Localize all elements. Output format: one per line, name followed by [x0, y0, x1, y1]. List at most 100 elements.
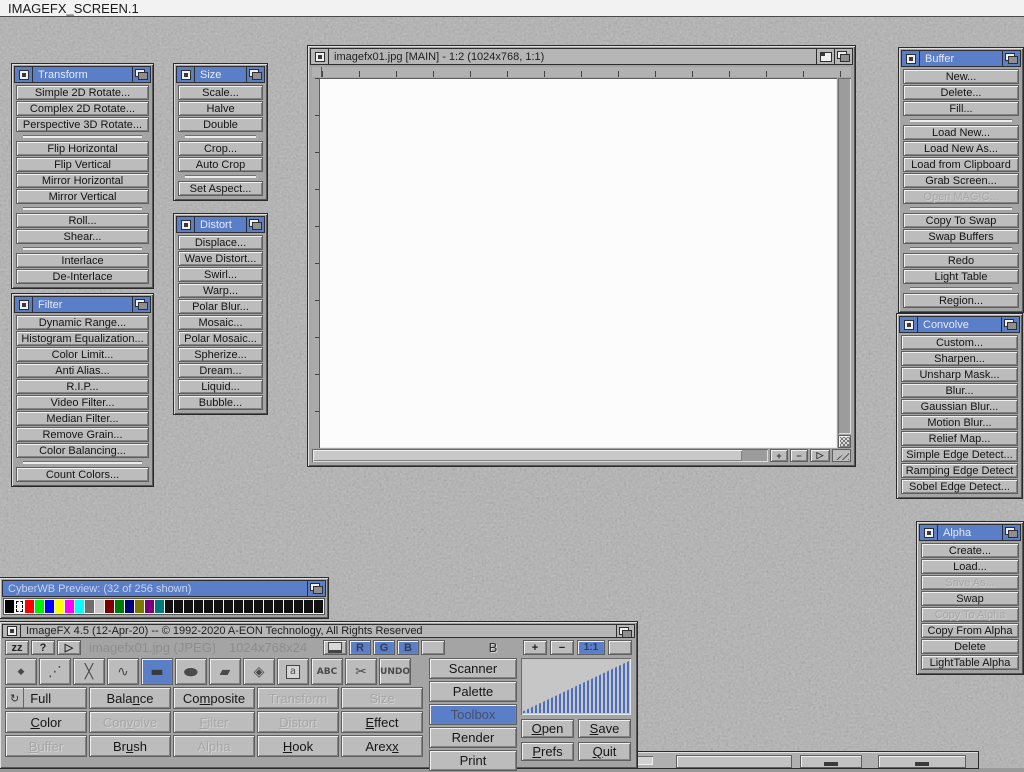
composite-button[interactable]: Composite [173, 687, 255, 709]
channel-r-button[interactable]: R [349, 640, 371, 655]
convolve-titlebar[interactable]: Convolve [900, 317, 1019, 332]
status-button-2[interactable] [800, 755, 862, 768]
fill-brush-tool[interactable]: ◈ [243, 658, 275, 685]
pan-button[interactable]: ▷ [810, 449, 830, 462]
palette-button[interactable]: Mirror Horizontal [16, 173, 149, 188]
palette-button[interactable]: Fill... [903, 101, 1019, 116]
palette-button[interactable]: Color Balancing... [16, 443, 149, 458]
close-gadget-icon[interactable] [311, 49, 329, 64]
convolve-button[interactable]: Convolve [89, 711, 171, 733]
screen-titlebar[interactable]: IMAGEFX_SCREEN.1 [0, 0, 1024, 17]
palette-button[interactable]: Copy To Alpha [921, 607, 1019, 622]
region-select-button[interactable] [838, 435, 851, 448]
channel-b-button[interactable]: B [397, 640, 419, 655]
palette-button[interactable]: Simple 2D Rotate... [16, 85, 149, 100]
color-swatch[interactable] [304, 600, 313, 613]
palette-button[interactable]: Swap [921, 591, 1019, 606]
close-gadget-icon[interactable] [3, 625, 21, 637]
palette-button[interactable]: Copy From Alpha [921, 623, 1019, 638]
palette-button[interactable]: Dynamic Range... [16, 315, 149, 330]
scissors-tool[interactable]: ✂ [345, 658, 377, 685]
close-gadget-icon[interactable] [902, 51, 920, 66]
zoom-out-button[interactable]: − [550, 640, 574, 655]
depth-gadget-icon[interactable] [1002, 51, 1020, 66]
transform-button[interactable]: Transform [257, 687, 339, 709]
cyberwb-titlebar[interactable]: CyberWB Preview: (32 of 256 shown) [3, 581, 325, 596]
status-button-1[interactable] [676, 755, 792, 768]
palette-button[interactable]: Count Colors... [16, 467, 149, 482]
color-swatch[interactable] [125, 600, 134, 613]
toolbar-titlebar[interactable]: ImageFX 4.5 (12-Apr-20) -- © 1992-2020 A… [3, 625, 634, 637]
horizontal-scrollbar[interactable] [312, 449, 768, 462]
ellipse-tool[interactable]: ● [175, 658, 207, 685]
palette-button[interactable]: Motion Blur... [901, 415, 1018, 430]
color-swatch[interactable] [45, 600, 54, 613]
clipboard-tool[interactable]: a [277, 658, 309, 685]
transform-titlebar[interactable]: Transform [15, 67, 150, 82]
filter-button[interactable]: Filter [173, 711, 255, 733]
prefs-button[interactable]: Prefs [521, 742, 574, 761]
palette-button[interactable]: Liquid... [178, 379, 263, 394]
palette-button[interactable]: De-Interlace [16, 269, 149, 284]
close-gadget-icon[interactable] [177, 217, 195, 232]
palette-button[interactable]: Load New As... [903, 141, 1019, 156]
palette-button[interactable]: Unsharp Mask... [901, 367, 1018, 382]
palette-button[interactable]: Median Filter... [16, 411, 149, 426]
buffer-button[interactable]: Buffer [5, 735, 87, 757]
palette-button[interactable]: Load from Clipboard [903, 157, 1019, 172]
palette-button[interactable]: Warp... [178, 283, 263, 298]
color-swatch[interactable] [15, 600, 24, 613]
palette-button[interactable]: Flip Vertical [16, 157, 149, 172]
palette-button[interactable]: Video Filter... [16, 395, 149, 410]
color-swatch[interactable] [25, 600, 34, 613]
palette-button[interactable]: Displace... [178, 235, 263, 250]
brush-button[interactable]: Brush [89, 735, 171, 757]
color-swatch[interactable] [115, 600, 124, 613]
palette-button[interactable]: Create... [921, 543, 1019, 558]
palette-button[interactable]: Sharpen... [901, 351, 1018, 366]
alpha-channel-button[interactable] [421, 640, 445, 655]
palette-button[interactable]: Grab Screen... [903, 173, 1019, 188]
palette-button[interactable]: Open MAGIC... [903, 189, 1019, 204]
polygon-tool[interactable]: ▰ [209, 658, 241, 685]
help-button[interactable]: ? [31, 640, 55, 655]
depth-gadget-icon[interactable] [132, 67, 150, 82]
pattern-button[interactable] [608, 640, 632, 655]
color-swatch[interactable] [274, 600, 283, 613]
palette-button[interactable]: Delete [921, 639, 1019, 654]
color-swatch[interactable] [135, 600, 144, 613]
close-gadget-icon[interactable] [15, 297, 33, 312]
palette-button[interactable]: Complex 2D Rotate... [16, 101, 149, 116]
vertical-scrollbar[interactable] [838, 78, 851, 434]
color-swatch[interactable] [65, 600, 74, 613]
palette-button[interactable]: Wave Distort... [178, 251, 263, 266]
palette-button[interactable]: Crop... [178, 141, 263, 156]
palette-button[interactable]: Polar Mosaic... [178, 331, 263, 346]
image-window-titlebar[interactable]: imagefx01.jpg [MAIN] - 1:2 (1024x768, 1:… [311, 49, 852, 64]
zoom-gadget-icon[interactable] [816, 49, 834, 64]
palette-button[interactable]: Region... [903, 293, 1019, 308]
color-swatch[interactable] [244, 600, 253, 613]
palette-button[interactable]: Remove Grain... [16, 427, 149, 442]
color-swatch[interactable] [145, 600, 154, 613]
palette-button[interactable]: Roll... [16, 213, 149, 228]
depth-gadget-icon[interactable] [246, 217, 264, 232]
close-gadget-icon[interactable] [900, 317, 918, 332]
palette-button[interactable]: Color Limit... [16, 347, 149, 362]
palette-button[interactable]: Custom... [901, 335, 1018, 350]
palette-button[interactable]: Interlace [16, 253, 149, 268]
render-panel-button[interactable]: Render [429, 727, 517, 748]
color-swatch[interactable] [194, 600, 203, 613]
save-button[interactable]: Save [578, 719, 631, 738]
close-gadget-icon[interactable] [15, 67, 33, 82]
palette-button[interactable]: Redo [903, 253, 1019, 268]
palette-button[interactable]: Halve [178, 101, 263, 116]
color-swatch[interactable] [204, 600, 213, 613]
color-swatch[interactable] [284, 600, 293, 613]
close-gadget-icon[interactable] [920, 525, 938, 540]
scanner-panel-button[interactable]: Scanner [429, 658, 517, 679]
color-swatch[interactable] [35, 600, 44, 613]
alpha-button[interactable]: Alpha [173, 735, 255, 757]
distort-titlebar[interactable]: Distort [177, 217, 264, 232]
toolbox-panel-button[interactable]: Toolbox [429, 704, 517, 725]
